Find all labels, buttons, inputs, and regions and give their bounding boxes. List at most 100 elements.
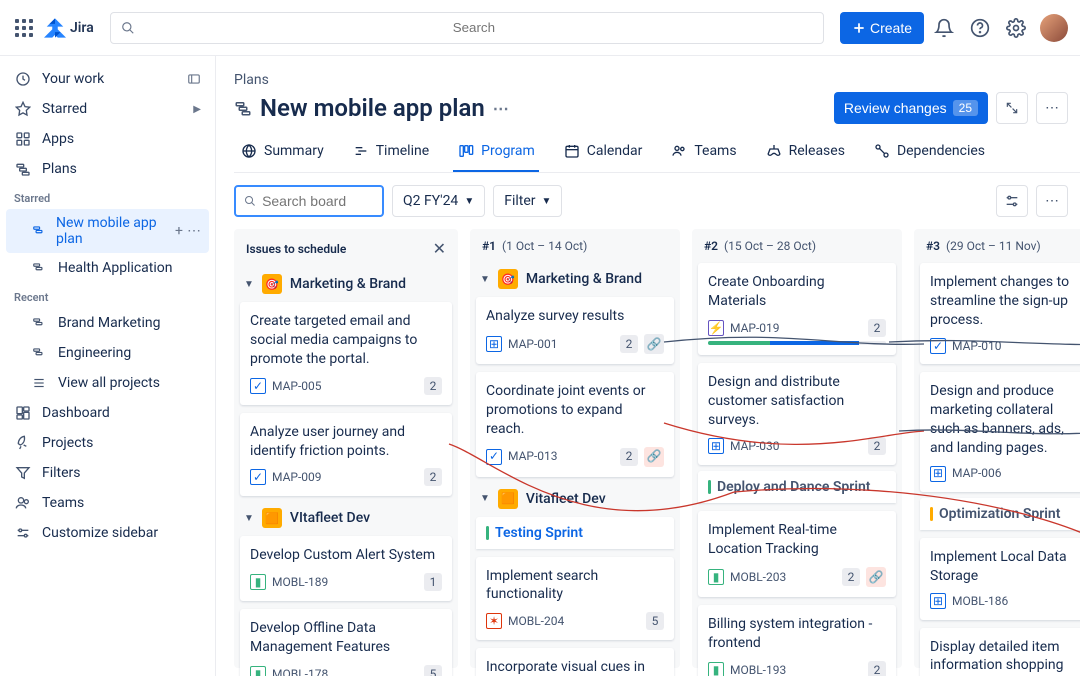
task-icon: ▮ [708, 569, 724, 585]
sprint-deploy[interactable]: Deploy and Dance Sprint [698, 471, 896, 503]
tab-releases[interactable]: Releases [761, 134, 849, 172]
card-mobl-172[interactable]: Incorporate visual cues in navigation ✶M… [476, 648, 674, 676]
tab-calendar[interactable]: Calendar [559, 134, 647, 172]
calendar-icon [563, 142, 581, 160]
sidebar-view-all-projects[interactable]: View all projects [6, 368, 209, 398]
customize-icon [14, 524, 32, 542]
more-icon[interactable]: ⋯ [187, 223, 201, 239]
sidebar-customize[interactable]: Customize sidebar [6, 518, 209, 548]
chevron-down-icon: ▼ [542, 196, 552, 207]
plans-icon [14, 160, 32, 178]
card-mobl-189[interactable]: Develop Custom Alert System ▮MOBL-1891 [240, 536, 452, 601]
link-icon[interactable]: 🔗 [644, 334, 664, 354]
swimlane-marketing-s1[interactable]: ▼🎯Marketing & Brand [470, 263, 680, 297]
story-icon: ✓ [250, 469, 266, 485]
column-sprint-1: #1(1 Oct – 14 Oct) ▼🎯Marketing & Brand A… [470, 229, 680, 668]
bug-icon: ✶ [486, 613, 502, 629]
column-issues-to-schedule: Issues to schedule✕ ▼🎯Marketing & Brand … [234, 229, 458, 668]
list-icon [30, 374, 48, 392]
sidebar-apps[interactable]: Apps [6, 124, 209, 154]
view-settings-icon[interactable] [996, 185, 1028, 217]
content: Plans New mobile app plan ⋯ Review chang… [216, 56, 1080, 676]
link-issue-icon[interactable]: 🔗 [644, 447, 664, 467]
card-map-030[interactable]: Design and distribute customer satisfact… [698, 363, 896, 466]
story-icon: ✓ [250, 378, 266, 394]
swimlane-vitafleet[interactable]: ▼🟧VItafleet Dev [234, 502, 458, 536]
quarter-dropdown[interactable]: Q2 FY'24▼ [392, 185, 485, 217]
tab-timeline[interactable]: Timeline [348, 134, 433, 172]
add-icon[interactable]: + [175, 223, 183, 239]
card-mobl-203[interactable]: Implement Real-time Location Tracking ▮M… [698, 511, 896, 597]
project-icon: 🟧 [262, 508, 282, 528]
sidebar-starred[interactable]: Starred ▶ [6, 94, 209, 124]
card-map-013[interactable]: Coordinate joint events or promotions to… [476, 372, 674, 477]
search-board[interactable] [234, 185, 384, 217]
chevron-down-icon[interactable]: ▼ [244, 513, 254, 524]
card-mobl-193[interactable]: Billing system integration - frontend ▮M… [698, 605, 896, 676]
card-map-001[interactable]: Analyze survey results ⊞MAP-0012🔗 [476, 297, 674, 364]
filter-dropdown[interactable]: Filter▼ [493, 185, 562, 217]
review-changes-button[interactable]: Review changes 25 [834, 92, 988, 124]
tab-dependencies[interactable]: Dependencies [869, 134, 989, 172]
chevron-down-icon: ▼ [464, 196, 474, 207]
dashboard-icon [14, 404, 32, 422]
jira-logo[interactable]: Jira [44, 17, 94, 39]
search-board-input[interactable] [262, 193, 374, 209]
help-icon[interactable] [968, 16, 992, 40]
sidebar-plans[interactable]: Plans [6, 154, 209, 184]
link-issue-icon[interactable]: 🔗 [866, 567, 886, 587]
tabs: Summary Timeline Program Calendar Teams … [234, 134, 1080, 173]
chevron-down-icon[interactable]: ▼ [244, 279, 254, 290]
swimlane-marketing[interactable]: ▼🎯Marketing & Brand [234, 268, 458, 302]
card-map-019[interactable]: Create Onboarding Materials ⚡MAP-0192 [698, 263, 896, 355]
card-mobl-190[interactable]: Display detailed item information shoppi… [920, 628, 1080, 676]
chevron-down-icon[interactable]: ▼ [480, 274, 490, 285]
notifications-icon[interactable] [932, 16, 956, 40]
tab-program[interactable]: Program [453, 134, 539, 172]
fullscreen-icon[interactable] [996, 92, 1028, 124]
sidebar-plan-health[interactable]: Health Application [6, 253, 209, 283]
task-icon: ▮ [250, 666, 266, 676]
card-mobl-178[interactable]: Develop Offline Data Management Features… [240, 609, 452, 676]
tab-teams[interactable]: Teams [666, 134, 740, 172]
close-icon[interactable]: ✕ [433, 239, 446, 258]
settings-icon[interactable] [1004, 16, 1028, 40]
sidebar-dashboard[interactable]: Dashboard [6, 398, 209, 428]
global-search-input[interactable] [135, 20, 813, 35]
breadcrumb[interactable]: Plans [234, 68, 1080, 90]
teams-icon [670, 142, 688, 160]
plan-icon [30, 222, 48, 240]
card-mobl-204[interactable]: Implement search functionality ✶MOBL-204… [476, 557, 674, 641]
more-icon[interactable]: ⋯ [493, 99, 509, 118]
global-search[interactable] [110, 12, 824, 44]
more-actions-icon[interactable]: ⋯ [1036, 92, 1068, 124]
sidebar-plan-engineering[interactable]: Engineering [6, 338, 209, 368]
create-button[interactable]: Create [840, 12, 924, 44]
card-map-006[interactable]: Design and produce marketing collateral … [920, 372, 1080, 492]
sidebar-recent-label: Recent [6, 283, 209, 308]
tab-summary[interactable]: Summary [236, 134, 328, 172]
swimlane-vitafleet-s1[interactable]: ▼🟧Vitafleet Dev [470, 483, 680, 517]
user-avatar[interactable] [1040, 14, 1068, 42]
sprint-optimization[interactable]: Optimization Sprint [920, 498, 1080, 530]
card-map-005[interactable]: Create targeted email and social media c… [240, 302, 452, 405]
column-sprint-2: #2(15 Oct – 28 Oct) Create Onboarding Ma… [692, 229, 902, 668]
collapse-icon[interactable] [187, 72, 201, 86]
plan-icon [234, 99, 252, 117]
sprint-testing[interactable]: Testing Sprint [476, 517, 674, 549]
card-map-009[interactable]: Analyze user journey and identify fricti… [240, 413, 452, 497]
card-mobl-186[interactable]: Implement Local Data Storage ⊞MOBL-186 [920, 538, 1080, 620]
story-icon: ✓ [486, 449, 502, 465]
project-icon: 🎯 [262, 274, 282, 294]
card-map-010[interactable]: Implement changes to streamline the sign… [920, 263, 1080, 364]
sidebar-plan-brand-marketing[interactable]: Brand Marketing [6, 308, 209, 338]
sidebar-projects[interactable]: Projects [6, 428, 209, 458]
chevron-down-icon[interactable]: ▼ [480, 493, 490, 504]
clock-icon [14, 70, 32, 88]
sidebar-teams[interactable]: Teams [6, 488, 209, 518]
sidebar-your-work[interactable]: Your work [6, 64, 209, 94]
sidebar-plan-new-mobile[interactable]: New mobile app plan + ⋯ [6, 209, 209, 253]
sidebar-filters[interactable]: Filters [6, 458, 209, 488]
more-board-icon[interactable]: ⋯ [1036, 185, 1068, 217]
app-switcher-icon[interactable] [12, 16, 36, 40]
